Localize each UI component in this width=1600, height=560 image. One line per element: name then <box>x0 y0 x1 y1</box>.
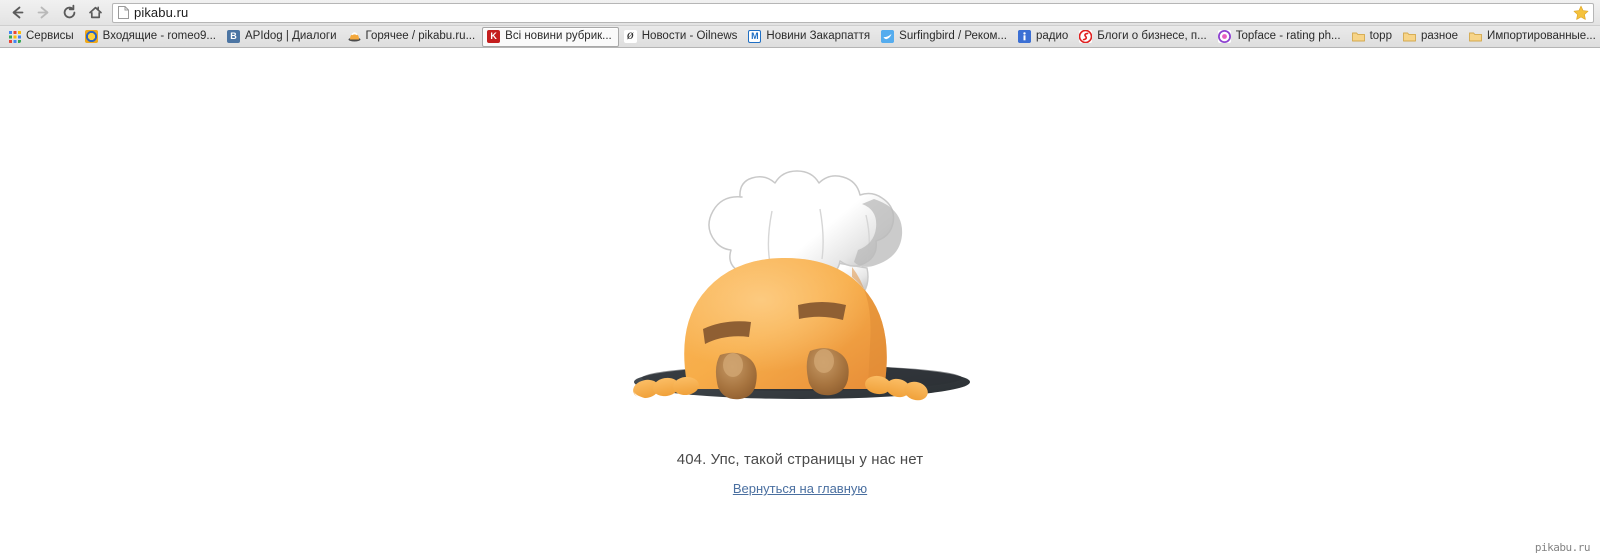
oilnews-icon: Ø <box>623 30 637 43</box>
folder-icon <box>1403 30 1416 43</box>
forward-arrow-icon[interactable] <box>30 1 56 25</box>
home-link[interactable]: Вернуться на главную <box>733 481 867 496</box>
bookmark-item[interactable]: Topface - rating ph... <box>1214 27 1347 46</box>
bookmark-label: разное <box>1420 30 1459 42</box>
bookmark-label: Surfingbird / Реком... <box>899 30 1007 42</box>
bookmark-label: Всі новини рубрик... <box>505 30 612 42</box>
error-title: 404. Упс, такой страницы у нас нет <box>676 451 924 468</box>
bookmark-item[interactable]: Сервисы <box>4 27 80 46</box>
pikabu-watermark: pikabu.ru <box>1534 541 1591 554</box>
bookmark-label: Горячее / pikabu.ru... <box>365 30 476 42</box>
browser-window: pikabu.ru Сервисы Входящие - romeo9... B AP… <box>0 0 1600 560</box>
radio-icon <box>1017 30 1031 43</box>
bookmark-item[interactable]: разное <box>1399 27 1464 46</box>
bookmark-label: Блоги о бизнесе, п... <box>1097 30 1207 42</box>
bookmark-item[interactable]: Входящие - romeo9... <box>81 27 222 46</box>
bookmark-label: Входящие - romeo9... <box>102 30 216 42</box>
back-arrow-icon[interactable] <box>4 1 30 25</box>
pikabu-mascot-illustration <box>620 139 980 413</box>
bookmark-item[interactable]: Импортированные... <box>1465 27 1600 46</box>
bookmark-item[interactable]: topp <box>1348 27 1398 46</box>
bookmark-item[interactable]: Горячее / pikabu.ru... <box>344 27 482 46</box>
bookmark-label: Сервисы <box>26 30 74 42</box>
error-block: 404. Упс, такой страницы у нас нет Верну… <box>0 139 1600 496</box>
folder-icon <box>1469 30 1482 43</box>
bookmark-item[interactable]: Блоги о бизнесе, п... <box>1075 27 1212 46</box>
bookmark-item[interactable]: Ø Новости - Oilnews <box>620 27 744 46</box>
korrespondent-icon: K <box>487 30 501 43</box>
url-text[interactable]: pikabu.ru <box>134 4 1569 22</box>
vk-icon: B <box>226 30 240 43</box>
bookmark-item[interactable]: M Новини Закарпаття <box>744 27 876 46</box>
bookmark-item[interactable]: K Всі новини рубрик... <box>482 26 619 47</box>
blog-icon <box>1079 30 1093 43</box>
bookmark-label: радио <box>1035 30 1069 42</box>
bookmark-item[interactable]: Surfingbird / Реком... <box>877 27 1013 46</box>
bookmark-item[interactable]: радио <box>1014 27 1074 46</box>
bookmark-label: APIdog | Диалоги <box>244 30 337 42</box>
apps-grid-icon <box>8 30 21 43</box>
pikabu-icon <box>348 30 361 43</box>
folder-icon <box>1351 30 1365 43</box>
bookmark-label: Импортированные... <box>1487 30 1596 42</box>
bookmark-item[interactable]: B APIdog | Диалоги <box>223 27 343 46</box>
bookmarks-bar: Сервисы Входящие - romeo9... B APIdog | Диа… <box>0 26 1600 48</box>
topface-icon <box>1217 30 1231 43</box>
mail-icon <box>84 30 98 43</box>
document-icon <box>118 6 129 19</box>
address-bar[interactable]: pikabu.ru <box>112 2 1594 23</box>
surfingbird-icon <box>881 30 895 43</box>
bookmark-label: Новости - Oilnews <box>641 30 738 42</box>
browser-toolbar: pikabu.ru <box>0 0 1600 26</box>
reload-icon[interactable] <box>56 1 82 25</box>
bookmark-label: Новини Закарпаття <box>766 30 871 42</box>
mukachevo-icon: M <box>748 30 762 43</box>
home-icon[interactable] <box>82 1 108 25</box>
page-content: 404. Упс, такой страницы у нас нет Верну… <box>0 49 1600 560</box>
mascot-head <box>684 257 887 389</box>
bookmark-label: Topface - rating ph... <box>1235 30 1341 42</box>
star-icon[interactable] <box>1573 5 1589 21</box>
bookmark-label: topp <box>1369 30 1392 42</box>
